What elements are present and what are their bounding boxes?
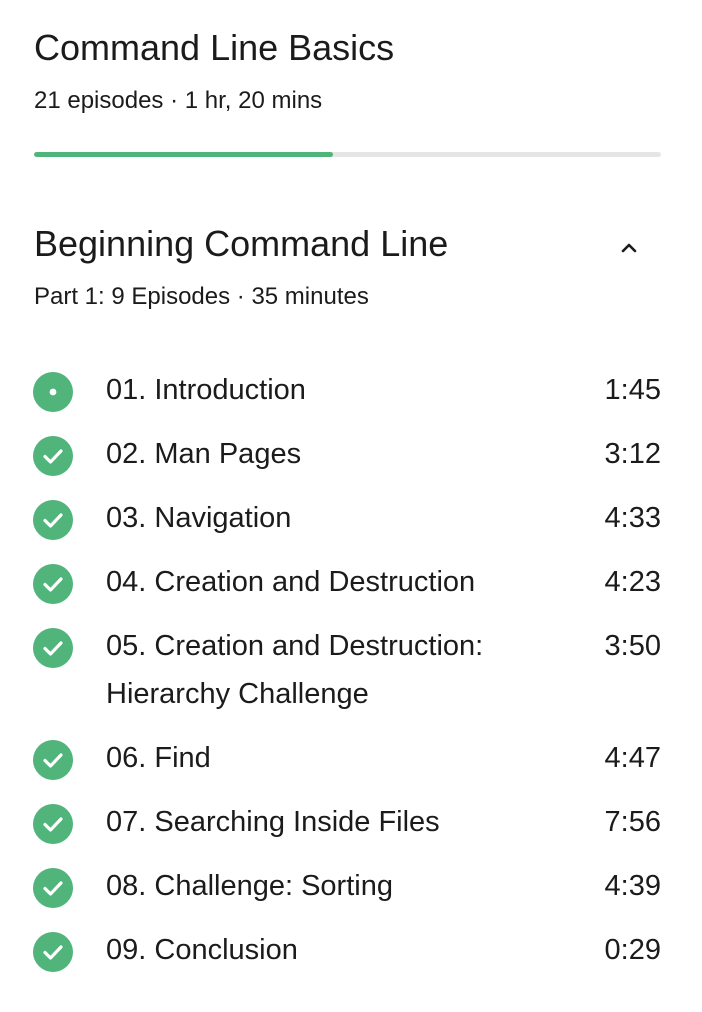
episode-title: 05. Creation and Destruction: Hierarchy … xyxy=(106,630,484,710)
episode-list: 01. Introduction 1:45 02. Man Pages 3:12… xyxy=(0,358,702,982)
episode-duration: 3:12 xyxy=(604,438,661,470)
episode-item[interactable]: 07. Searching Inside Files 7:56 xyxy=(0,790,702,854)
episode-title: 09. Conclusion xyxy=(106,934,298,966)
episode-item[interactable]: 02. Man Pages 3:12 xyxy=(0,422,702,486)
episode-title: 08. Challenge: Sorting xyxy=(106,870,393,902)
episode-item[interactable]: 05. Creation and Destruction: Hierarchy … xyxy=(0,614,702,726)
check-circle-icon xyxy=(33,500,73,540)
check-circle-icon xyxy=(33,740,73,780)
current-dot-icon xyxy=(33,372,73,412)
episode-duration: 4:39 xyxy=(604,870,661,902)
episode-title: 04. Creation and Destruction xyxy=(106,566,476,598)
course-progress-fill xyxy=(34,152,334,157)
section-title: Beginning Command Line xyxy=(34,223,449,264)
episode-item[interactable]: 01. Introduction 1:45 xyxy=(0,358,702,422)
section-collapse-toggle[interactable] xyxy=(612,234,646,262)
section-meta: Part 1: 9 Episodes · 35 minutes xyxy=(34,283,369,310)
check-circle-icon xyxy=(33,804,73,844)
episode-title: 01. Introduction xyxy=(106,374,306,406)
check-circle-icon xyxy=(33,868,73,908)
episode-duration: 4:23 xyxy=(604,566,661,598)
episode-duration: 1:45 xyxy=(604,374,661,406)
episode-title: 06. Find xyxy=(106,742,211,774)
episode-title: 03. Navigation xyxy=(106,502,292,534)
course-meta: 21 episodes · 1 hr, 20 mins xyxy=(34,87,323,114)
episode-title: 02. Man Pages xyxy=(106,438,302,470)
episode-duration: 7:56 xyxy=(604,806,661,838)
check-circle-icon xyxy=(33,628,73,668)
check-circle-icon xyxy=(33,436,73,476)
episode-item[interactable]: 09. Conclusion 0:29 xyxy=(0,918,702,982)
episode-item[interactable]: 03. Navigation 4:33 xyxy=(0,486,702,550)
course-title: Command Line Basics xyxy=(34,27,395,68)
chevron-up-icon xyxy=(621,243,637,253)
episode-title: 07. Searching Inside Files xyxy=(106,806,440,838)
episode-item[interactable]: 06. Find 4:47 xyxy=(0,726,702,790)
episode-duration: 4:47 xyxy=(604,742,661,774)
course-progress-bar xyxy=(34,152,661,157)
check-circle-icon xyxy=(33,564,73,604)
episode-duration: 3:50 xyxy=(604,630,661,662)
episode-item[interactable]: 04. Creation and Destruction 4:23 xyxy=(0,550,702,614)
episode-duration: 4:33 xyxy=(604,502,661,534)
episode-duration: 0:29 xyxy=(604,934,661,966)
check-circle-icon xyxy=(33,932,73,972)
episode-item[interactable]: 08. Challenge: Sorting 4:39 xyxy=(0,854,702,918)
